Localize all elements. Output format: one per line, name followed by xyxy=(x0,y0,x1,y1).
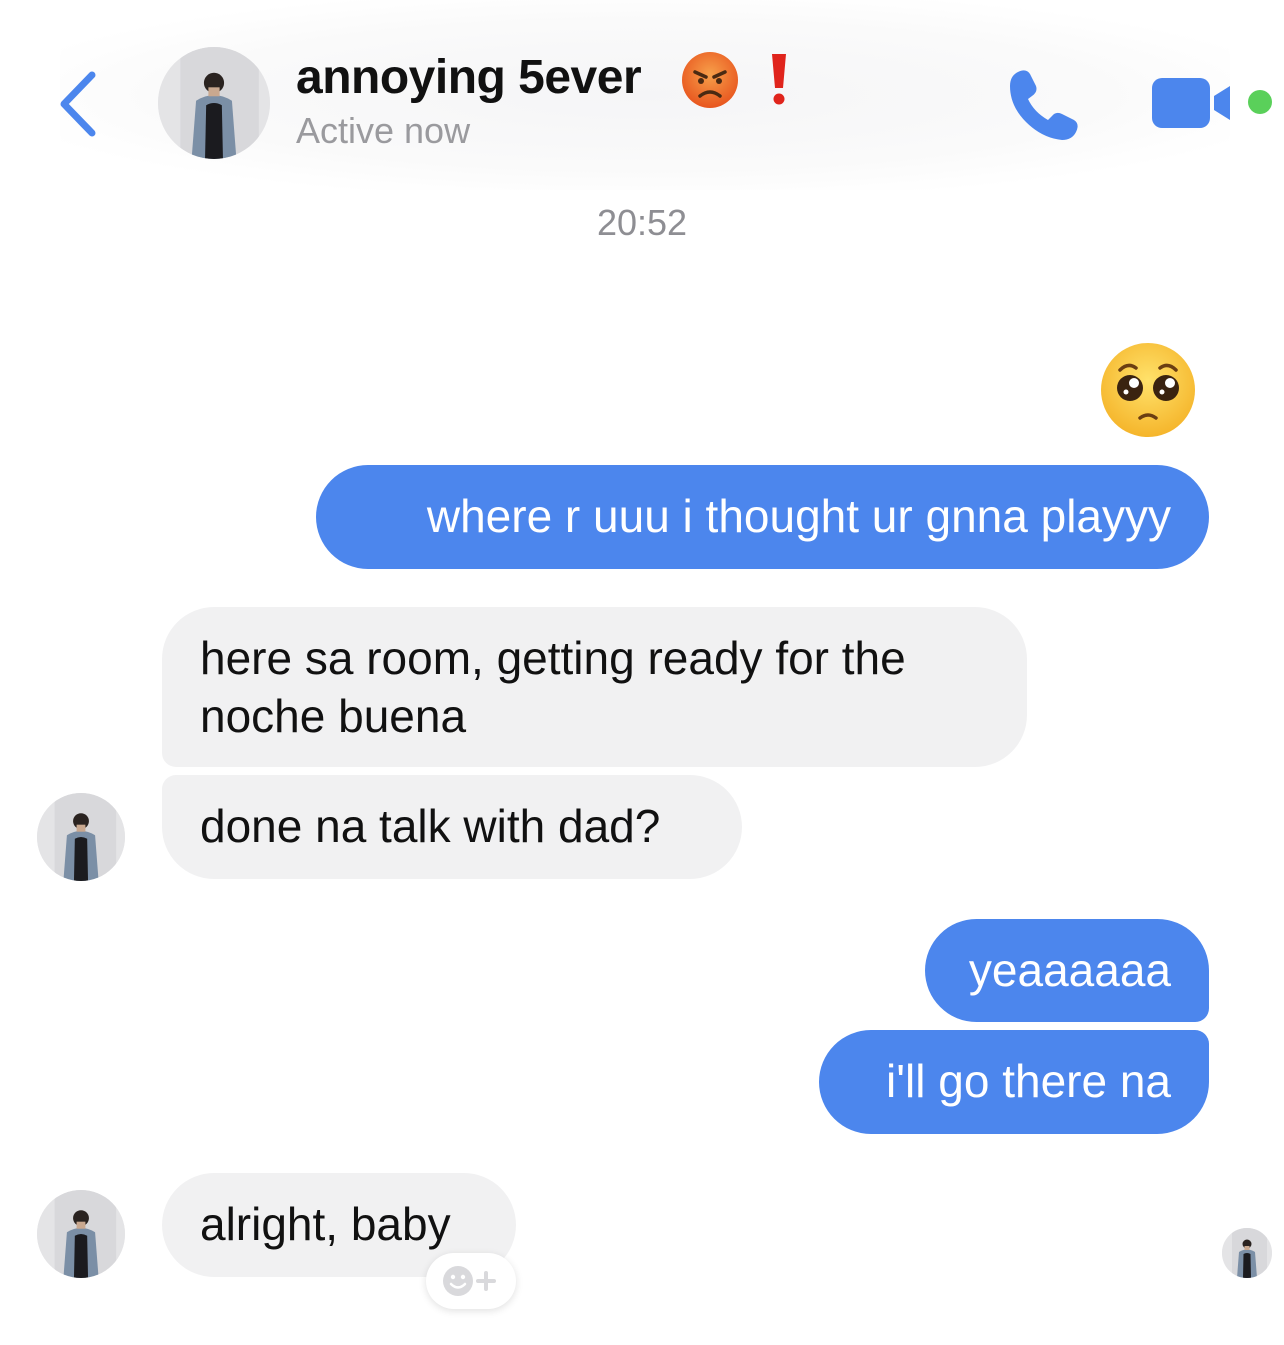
pleading-face-emoji[interactable] xyxy=(1098,340,1198,440)
phone-icon xyxy=(1010,70,1078,140)
contact-name: annoying 5ever xyxy=(296,51,642,104)
avatar-photo xyxy=(1222,1228,1272,1278)
outgoing-message[interactable]: where r uuu i thought ur gnna playyy xyxy=(316,465,1209,569)
read-receipt-avatar xyxy=(1222,1228,1272,1278)
incoming-message[interactable]: done na talk with dad? xyxy=(162,775,742,879)
outgoing-message[interactable]: i'll go there na xyxy=(819,1030,1209,1134)
avatar-photo xyxy=(158,47,270,159)
video-call-button[interactable] xyxy=(1150,74,1238,132)
video-camera-icon xyxy=(1152,78,1230,128)
active-status: Active now xyxy=(296,110,471,151)
sender-avatar[interactable] xyxy=(37,1190,125,1278)
sender-avatar[interactable] xyxy=(37,793,125,881)
chevron-left-icon xyxy=(60,71,96,137)
message-timestamp: 20:52 xyxy=(596,202,688,243)
incoming-message[interactable]: here sa room, getting ready for the noch… xyxy=(162,607,1027,767)
call-button[interactable] xyxy=(1004,64,1084,144)
red-exclamation-emoji xyxy=(772,54,786,105)
contact-avatar[interactable] xyxy=(158,47,270,159)
add-reaction-icon xyxy=(443,1266,496,1296)
add-reaction-button[interactable] xyxy=(426,1253,516,1309)
online-indicator xyxy=(1248,90,1272,114)
outgoing-message[interactable]: yeaaaaaa xyxy=(925,919,1209,1022)
angry-face-emoji xyxy=(682,52,738,108)
avatar-photo xyxy=(37,1190,125,1278)
avatar-photo xyxy=(37,793,125,881)
back-button[interactable] xyxy=(48,64,108,144)
